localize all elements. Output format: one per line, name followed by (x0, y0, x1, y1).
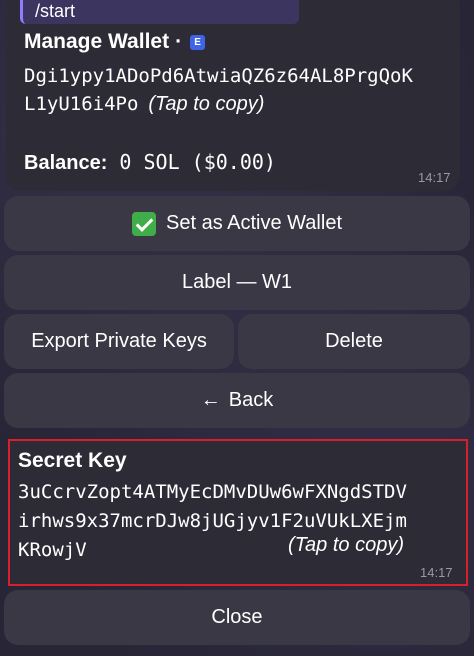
label-button-label: Label — W1 (181, 271, 293, 293)
back-button[interactable]: ← Back (4, 373, 470, 428)
balance-row: Balance: 0 SOL ($0.00) (24, 150, 276, 175)
address-tap-to-copy: (Tap to copy) (148, 93, 265, 115)
close-button[interactable]: Close (4, 590, 470, 645)
delete-label: Delete (325, 330, 383, 352)
message-timestamp: 14:17 (418, 170, 451, 185)
secret-key-line-2: irhws9x37mcrDJw8jUGjyv1F2uVUkLXEjm (18, 510, 407, 532)
label-button[interactable]: Label — W1 (4, 255, 470, 310)
secret-message-timestamp: 14:17 (420, 565, 453, 580)
command-reply-quote[interactable]: /start (20, 0, 299, 24)
secret-key-title: Secret Key (18, 449, 127, 472)
wallet-message: /start Manage Wallet · E Dgi1ypy1ADoPd6Atw… (6, 0, 460, 191)
export-private-keys-button[interactable]: Export Private Keys (4, 314, 234, 369)
check-mark-button-icon (132, 211, 156, 236)
secret-key-message: Secret Key 3uCcrvZopt4ATMyEcDMvDUw6wFXNg… (8, 439, 468, 586)
e-badge-icon: E (190, 35, 206, 50)
address-line-1: Dgi1ypy1ADoPd6AtwiaQZ6z64AL8PrgQoK (24, 65, 413, 87)
set-active-wallet-label: Set as Active Wallet (166, 212, 342, 234)
export-private-keys-label: Export Private Keys (31, 330, 207, 352)
wallet-title: Manage Wallet (24, 30, 170, 53)
left-arrow-icon: ← (200, 389, 221, 411)
wallet-address[interactable]: Dgi1ypy1ADoPd6AtwiaQZ6z64AL8PrgQoK L1yU1… (24, 62, 464, 118)
secret-key-line-1: 3uCcrvZopt4ATMyEcDMvDUw6wFXNgdSTDV (18, 481, 407, 503)
set-active-wallet-button[interactable]: Set as Active Wallet (4, 196, 470, 251)
balance-label: Balance: (24, 152, 108, 174)
wallet-title-row: Manage Wallet · E (24, 30, 206, 54)
title-separator: · (175, 30, 183, 53)
close-label: Close (211, 606, 263, 628)
secret-tap-to-copy: (Tap to copy) (288, 534, 404, 556)
address-line-2: L1yU16i4Po (24, 93, 139, 115)
back-label: Back (228, 389, 274, 411)
command-text: /start (35, 1, 76, 21)
balance-value: 0 SOL ($0.00) (107, 150, 276, 174)
delete-button[interactable]: Delete (238, 314, 470, 369)
